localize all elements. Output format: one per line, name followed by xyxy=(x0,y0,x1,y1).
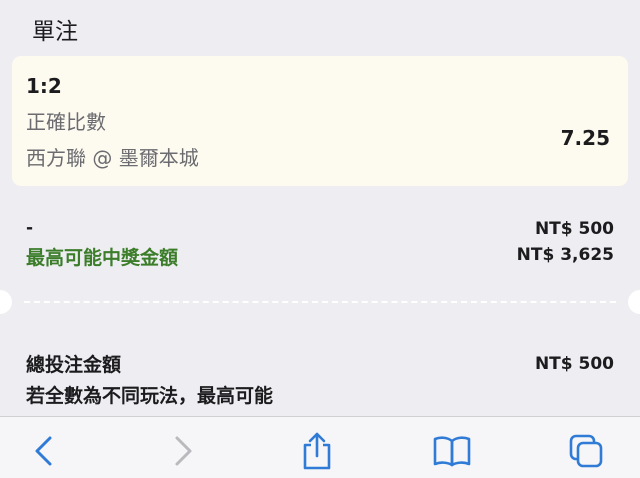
max-payout-label: 最高可能中獎金額 xyxy=(26,247,179,269)
divider-notch-left xyxy=(0,290,12,314)
stake-value: NT$ 500 xyxy=(534,219,614,239)
max-payout-value: NT$ 3,625 xyxy=(516,245,614,265)
browser-toolbar xyxy=(0,416,640,478)
total-note: 若全數為不同玩法，最高可能 xyxy=(26,385,274,407)
total-stake-label: 總投注金額 xyxy=(26,354,122,376)
share-button[interactable] xyxy=(297,431,337,471)
bet-market: 正確比數 xyxy=(26,110,106,134)
bet-match: 西方聯 @ 墨爾本城 xyxy=(26,146,199,170)
book-icon xyxy=(433,436,471,467)
bet-selection: 1:2 xyxy=(26,74,62,98)
tabs-icon xyxy=(569,434,603,468)
share-icon xyxy=(303,432,331,470)
divider-notch-right xyxy=(628,290,640,314)
ticket-divider xyxy=(0,290,640,314)
bet-slip-page: 單注 1:2 正確比數 西方聯 @ 墨爾本城 7.25 - NT$ 500 最高… xyxy=(0,0,640,478)
bet-odds: 7.25 xyxy=(560,126,610,150)
stake-label: - xyxy=(26,218,34,238)
total-stake-value: NT$ 500 xyxy=(534,354,614,374)
chevron-right-icon xyxy=(175,436,192,466)
chevron-left-icon xyxy=(35,436,52,466)
bet-card[interactable]: 1:2 正確比數 西方聯 @ 墨爾本城 7.25 xyxy=(12,56,628,186)
forward-button[interactable] xyxy=(163,431,203,471)
dashed-line xyxy=(24,301,616,303)
bookmarks-button[interactable] xyxy=(432,431,472,471)
page-title: 單注 xyxy=(32,19,78,45)
back-button[interactable] xyxy=(24,431,64,471)
tabs-button[interactable] xyxy=(566,431,606,471)
